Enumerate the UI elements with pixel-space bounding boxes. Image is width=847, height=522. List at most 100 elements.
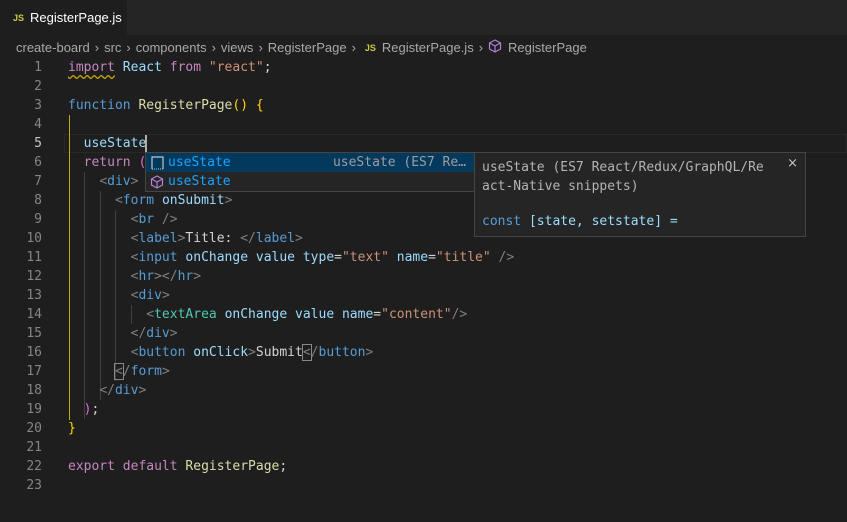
code-line[interactable]: 18 </div> bbox=[0, 381, 847, 400]
code-line[interactable]: 12 <hr></hr> bbox=[0, 267, 847, 286]
code-token: "content" bbox=[381, 307, 452, 322]
breadcrumb-src[interactable]: src bbox=[104, 40, 121, 55]
code-line[interactable]: 13 <div> bbox=[0, 286, 847, 305]
code-text: ); bbox=[68, 400, 100, 419]
code-token: div bbox=[138, 288, 162, 303]
breadcrumb-file[interactable]: RegisterPage.js bbox=[382, 40, 474, 55]
details-description: useState (ES7 React/Redux/GraphQL/React-… bbox=[482, 160, 764, 194]
breadcrumb-symbol[interactable]: RegisterPage bbox=[508, 40, 587, 55]
code-token: div bbox=[107, 174, 131, 189]
breadcrumb-create-board[interactable]: create-board bbox=[16, 40, 90, 55]
suggestion-item[interactable]: useState useState (ES7 Re… bbox=[146, 153, 474, 172]
code-line[interactable]: 2 bbox=[0, 77, 847, 96]
code-text: <button onClick>Submit</button> bbox=[68, 343, 373, 362]
code-text: } bbox=[68, 419, 76, 438]
code-line[interactable]: 11 <input onChange value type="text" nam… bbox=[0, 248, 847, 267]
code-token: </ bbox=[99, 383, 115, 398]
code-text: <br /> bbox=[68, 210, 178, 229]
code-token: > bbox=[169, 326, 178, 341]
code-text: <textArea onChange value name="content"/… bbox=[68, 305, 467, 324]
breadcrumb-registerpage-folder[interactable]: RegisterPage bbox=[268, 40, 347, 55]
code-token: < bbox=[301, 344, 312, 361]
tab-bar: JS RegisterPage.js bbox=[0, 0, 847, 35]
code-token: ; bbox=[279, 459, 288, 474]
code-line[interactable]: 3 function RegisterPage() { bbox=[0, 96, 847, 115]
code-line[interactable]: 20} bbox=[0, 419, 847, 438]
code-token: } bbox=[68, 421, 76, 436]
code-token: import bbox=[68, 60, 115, 75]
code-line[interactable]: 21 bbox=[0, 438, 847, 457]
code-token: ; bbox=[91, 402, 100, 417]
current-line-highlight bbox=[64, 134, 847, 153]
code-text: </form> bbox=[68, 362, 170, 381]
code-token: </ bbox=[130, 326, 147, 341]
code-editor[interactable]: 1 import React from "react"; 2 3 function Re… bbox=[0, 58, 847, 495]
code-line[interactable]: 14 <textArea onChange value name="conten… bbox=[0, 305, 847, 324]
suggestion-item[interactable]: useState bbox=[146, 172, 474, 191]
line-number: 19 bbox=[26, 402, 42, 417]
line-number: 4 bbox=[34, 117, 42, 132]
code-text: return ( bbox=[68, 153, 147, 172]
code-token: < bbox=[146, 307, 155, 322]
code-token: "react" bbox=[208, 60, 264, 75]
code-token: useState bbox=[83, 136, 147, 151]
code-token: > bbox=[161, 364, 170, 379]
code-line[interactable]: 15 </div> bbox=[0, 324, 847, 343]
code-token: label bbox=[138, 231, 178, 246]
js-file-icon: JS bbox=[13, 12, 25, 23]
code-token: = bbox=[428, 250, 436, 265]
code-token: < bbox=[113, 363, 124, 380]
code-token: name bbox=[396, 250, 429, 265]
code-token: / bbox=[122, 364, 131, 379]
chevron-right-icon: › bbox=[258, 40, 263, 55]
code-line[interactable]: 19 ); bbox=[0, 400, 847, 419]
bracket-pair-guide bbox=[69, 115, 70, 420]
line-number: 20 bbox=[26, 421, 42, 436]
details-code-body: [state, setstate] = bbox=[521, 214, 678, 229]
close-icon[interactable]: × bbox=[787, 156, 798, 171]
breadcrumb-components[interactable]: components bbox=[136, 40, 207, 55]
code-line[interactable]: 4 bbox=[0, 115, 847, 134]
code-token: value bbox=[255, 250, 296, 265]
code-token: from bbox=[169, 60, 202, 75]
tab-registerpage-js[interactable]: JS RegisterPage.js bbox=[0, 0, 127, 35]
breadcrumb-views[interactable]: views bbox=[221, 40, 254, 55]
code-token: > bbox=[365, 345, 374, 360]
line-number: 15 bbox=[26, 326, 42, 341]
code-line[interactable]: 5 useState bbox=[0, 134, 847, 153]
code-line[interactable]: 1 import React from "react"; bbox=[0, 58, 847, 77]
js-file-icon: JS bbox=[364, 42, 376, 53]
code-token: div bbox=[114, 383, 139, 398]
code-line[interactable]: 23 bbox=[0, 476, 847, 495]
code-token: = bbox=[334, 250, 342, 265]
code-token: /> bbox=[451, 307, 468, 322]
code-token: < bbox=[114, 193, 123, 208]
code-text: <form onSubmit> bbox=[68, 191, 232, 210]
code-token: > bbox=[193, 269, 202, 284]
code-line[interactable]: 16 <button onClick>Submit</button> bbox=[0, 343, 847, 362]
suggest-widget: useState useState (ES7 Re… useState bbox=[145, 152, 475, 192]
code-token: ></ bbox=[154, 269, 178, 284]
code-token: > bbox=[130, 174, 139, 189]
code-line[interactable]: 22 export default RegisterPage; bbox=[0, 457, 847, 476]
details-code-keyword: const bbox=[482, 214, 522, 229]
breadcrumb: create-board › src › components › views › Re… bbox=[16, 38, 587, 57]
line-number: 11 bbox=[26, 250, 42, 265]
line-number: 14 bbox=[26, 307, 42, 322]
code-line[interactable]: 17 </form> bbox=[0, 362, 847, 381]
code-text: export default RegisterPage; bbox=[68, 457, 287, 476]
code-token: "title" bbox=[435, 250, 491, 265]
chevron-right-icon: › bbox=[351, 40, 356, 55]
code-token: br bbox=[138, 212, 155, 227]
line-number: 9 bbox=[34, 212, 42, 227]
